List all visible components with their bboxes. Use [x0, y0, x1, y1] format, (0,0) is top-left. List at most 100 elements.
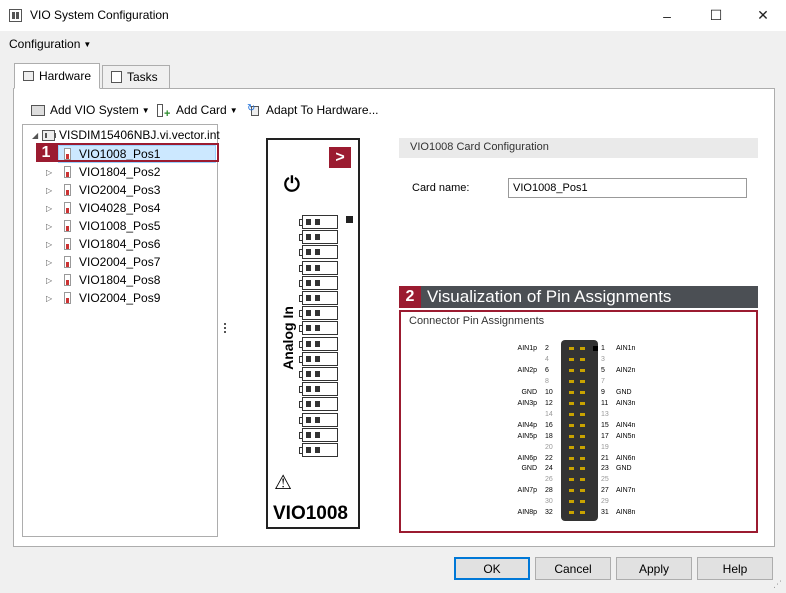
pin-contact [580, 379, 585, 383]
pin-contact [580, 347, 585, 350]
pin-contact [580, 434, 585, 438]
pin-number-left: 14 [545, 410, 553, 418]
add-card-icon: + [157, 103, 171, 119]
pin-number-left: 2 [545, 345, 549, 352]
minimize-button[interactable]: – [644, 0, 690, 31]
pin1-marker [346, 216, 353, 223]
pin-contact [569, 401, 574, 405]
pin-box-title: Connector Pin Assignments [409, 315, 545, 327]
pin-number-left: 24 [545, 465, 553, 473]
expand-arrow-icon[interactable]: ▷ [46, 276, 56, 285]
pin-contact [569, 379, 574, 383]
vio-system-icon [42, 129, 56, 141]
tree-root-label: VISDIM15406NBJ.vi.vector.int [59, 128, 220, 142]
help-button[interactable]: Help [697, 557, 773, 580]
pin-signal-left: AIN8p [517, 509, 537, 517]
pin-number-left: 6 [545, 366, 549, 374]
configuration-menu[interactable]: Configuration ▼ [9, 37, 91, 51]
pin-signal-left: AIN1p [517, 345, 537, 352]
pin-signal-right: AIN4n [616, 421, 636, 429]
tree-item-card[interactable]: ▷ VIO2004_Pos7 [46, 253, 160, 271]
pin-contact [580, 412, 585, 416]
resize-grip-icon[interactable]: ⋰ [773, 580, 783, 590]
port-latch [299, 401, 302, 409]
add-card-label: Add Card [176, 103, 227, 117]
window-title: VIO System Configuration [30, 8, 169, 22]
close-button[interactable]: ✕ [740, 0, 786, 31]
add-vio-system-button[interactable]: Add VIO System ▼ [31, 103, 150, 117]
analog-port [299, 443, 338, 457]
tree-item-label: VIO1804_Pos6 [79, 237, 161, 251]
port-latch [299, 386, 302, 394]
analog-port [299, 397, 338, 412]
analog-port [299, 260, 338, 275]
pin-number-left: 10 [545, 388, 553, 396]
expand-arrow-icon[interactable]: ▷ [46, 204, 56, 213]
splitter-grip[interactable] [224, 323, 226, 337]
tab-tasks[interactable]: Tasks [102, 65, 170, 89]
apply-button[interactable]: Apply [616, 557, 692, 580]
chevron-down-icon: ▼ [83, 40, 92, 49]
port-latch [299, 431, 302, 439]
tree-item-card[interactable]: ▷ VIO1804_Pos2 [46, 163, 160, 181]
pin-contact [580, 423, 585, 427]
pin-number-left: 30 [545, 498, 553, 506]
card-name-label: Card name: [412, 182, 470, 194]
pin-number-left: 26 [545, 476, 553, 484]
pin-number-right: 15 [601, 421, 609, 429]
pin-contact [569, 347, 574, 350]
expand-arrow-icon[interactable]: ▷ [46, 186, 56, 195]
port-latch [299, 219, 302, 226]
card-config-header: VIO1008 Card Configuration [399, 138, 758, 158]
configuration-menu-label: Configuration [9, 37, 81, 51]
tree-item-card[interactable]: ▷ VIO1804_Pos6 [46, 235, 160, 253]
add-card-button[interactable]: + Add Card ▼ [157, 103, 238, 119]
card-icon [64, 220, 71, 232]
tab-hardware-label: Hardware [38, 69, 91, 83]
pin-contact [580, 390, 585, 394]
port-latch [299, 340, 302, 348]
pin-contact [569, 434, 574, 438]
tree-item-label: VIO4028_Pos4 [79, 201, 161, 215]
tree-item-card[interactable]: ▷ VIO2004_Pos9 [46, 289, 160, 307]
tree-item-label: VIO1008_Pos5 [79, 219, 161, 233]
tree-item-card[interactable]: ▷ VIO2004_Pos3 [46, 181, 160, 199]
pin-number-right: 13 [601, 410, 609, 418]
tree-item-card[interactable]: ▷ VIO1008_Pos5 [46, 217, 160, 235]
expand-arrow-icon[interactable]: ▷ [46, 258, 56, 267]
pin-signal-right: GND [616, 465, 632, 473]
pin-number-left: 12 [545, 399, 553, 407]
pin-number-left: 20 [545, 443, 553, 451]
pin-number-right: 1 [601, 345, 605, 352]
pin-number-right: 7 [601, 377, 605, 385]
tree-item-card[interactable]: ▷ VIO1804_Pos8 [46, 271, 160, 289]
tree-root-system[interactable]: ◢ VISDIM15406NBJ.vi.vector.int [32, 126, 220, 144]
port-latch [299, 447, 302, 454]
cancel-button[interactable]: Cancel [535, 557, 611, 580]
warning-icon: ⚠ [274, 472, 292, 494]
pin-number-right: 17 [601, 432, 609, 440]
maximize-button[interactable]: ☐ [693, 0, 739, 31]
pin-contact [580, 500, 585, 504]
expand-arrow-icon[interactable]: > [329, 147, 351, 168]
pin-signal-right: AIN3n [616, 399, 636, 407]
expand-arrow-icon[interactable]: ▷ [46, 240, 56, 249]
adapt-to-hardware-button[interactable]: ↻ Adapt To Hardware... [247, 103, 379, 117]
adapt-icon: ↻ [247, 103, 261, 117]
pin-number-right: 19 [601, 443, 609, 451]
analog-port [299, 412, 338, 427]
pin-number-left: 8 [545, 377, 549, 385]
expanded-icon[interactable]: ◢ [32, 131, 42, 140]
pin-signal-left: AIN5p [517, 432, 537, 440]
analog-port [299, 336, 338, 351]
pin-signal-left: GND [521, 465, 537, 473]
card-name-input[interactable]: VIO1008_Pos1 [508, 178, 747, 198]
expand-arrow-icon[interactable]: ▷ [46, 294, 56, 303]
tab-hardware[interactable]: Hardware [14, 63, 100, 89]
tree-item-card[interactable]: ▷ VIO4028_Pos4 [46, 199, 160, 217]
expand-arrow-icon[interactable]: ▷ [46, 222, 56, 231]
pin-number-right: 25 [601, 476, 609, 484]
ok-button[interactable]: OK [454, 557, 530, 580]
pin-number-right: 21 [601, 454, 609, 462]
expand-arrow-icon[interactable]: ▷ [46, 168, 56, 177]
